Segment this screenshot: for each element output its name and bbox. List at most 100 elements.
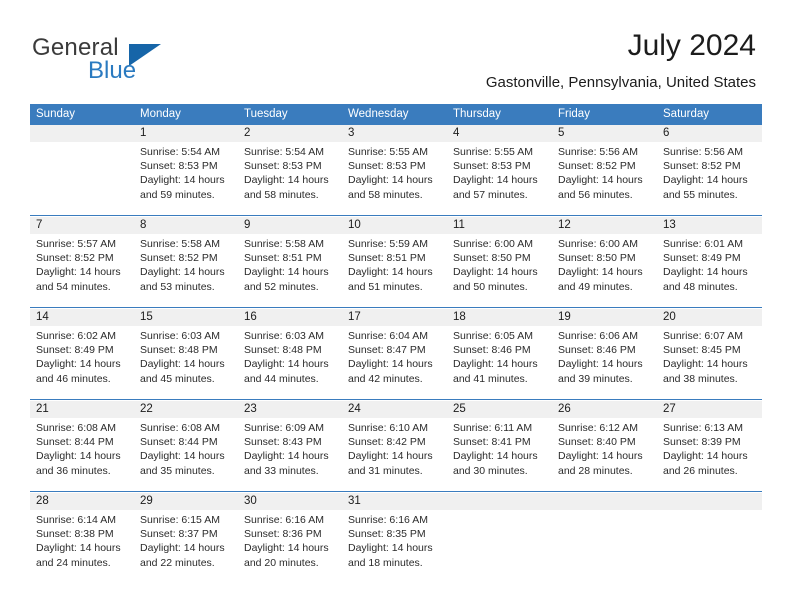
day-cell[interactable]: Sunrise: 5:57 AM Sunset: 8:52 PM Daylight:… (30, 234, 134, 307)
daylight-text-line2: and 55 minutes. (663, 188, 738, 201)
sunset-text: Sunset: 8:36 PM (244, 528, 322, 541)
sunrise-text: Sunrise: 5:54 AM (140, 146, 220, 158)
sunset-text: Sunset: 8:53 PM (453, 160, 531, 173)
day-cell[interactable]: Sunrise: 5:55 AM Sunset: 8:53 PM Daylight:… (342, 142, 447, 215)
weekday-header-saturday: Saturday (657, 104, 762, 125)
day-cell[interactable]: Sunrise: 6:16 AM Sunset: 8:36 PM Daylight:… (238, 510, 342, 583)
daylight-text-line1: Daylight: 14 hours (453, 450, 538, 463)
day-cell[interactable]: Sunrise: 6:06 AM Sunset: 8:46 PM Daylight:… (552, 326, 657, 399)
day-cell-empty (657, 510, 762, 583)
day-cell[interactable]: Sunrise: 6:05 AM Sunset: 8:46 PM Daylight:… (447, 326, 552, 399)
daylight-text-line2: and 18 minutes. (348, 556, 423, 569)
sunset-text: Sunset: 8:49 PM (36, 344, 114, 357)
day-cell[interactable]: Sunrise: 6:07 AM Sunset: 8:45 PM Daylight:… (657, 326, 762, 399)
weekday-header-thursday: Thursday (447, 104, 552, 125)
day-number[interactable]: 28 (30, 493, 134, 510)
day-cell[interactable]: Sunrise: 5:56 AM Sunset: 8:52 PM Daylight:… (552, 142, 657, 215)
day-number[interactable]: 3 (342, 125, 447, 142)
day-cell[interactable]: Sunrise: 6:03 AM Sunset: 8:48 PM Daylight:… (238, 326, 342, 399)
day-number[interactable]: 16 (238, 309, 342, 326)
day-number[interactable]: 17 (342, 309, 447, 326)
day-number[interactable]: 30 (238, 493, 342, 510)
sunset-text: Sunset: 8:46 PM (453, 344, 531, 357)
day-number[interactable]: 4 (447, 125, 552, 142)
day-number[interactable]: 1 (134, 125, 238, 142)
sunset-text: Sunset: 8:41 PM (453, 436, 531, 449)
day-number[interactable]: 26 (552, 401, 657, 418)
brand-name-blue: Blue (88, 57, 137, 84)
day-cell[interactable]: Sunrise: 6:00 AM Sunset: 8:50 PM Daylight:… (552, 234, 657, 307)
day-number[interactable]: 9 (238, 217, 342, 234)
daylight-text-line1: Daylight: 14 hours (453, 266, 538, 279)
day-cell[interactable]: Sunrise: 6:16 AM Sunset: 8:35 PM Daylight:… (342, 510, 447, 583)
day-number[interactable]: 13 (657, 217, 762, 234)
day-cell[interactable]: Sunrise: 6:08 AM Sunset: 8:44 PM Daylight:… (134, 418, 238, 491)
day-cell[interactable]: Sunrise: 5:56 AM Sunset: 8:52 PM Daylight:… (657, 142, 762, 215)
daylight-text-line2: and 26 minutes. (663, 464, 738, 477)
day-cell[interactable]: Sunrise: 6:10 AM Sunset: 8:42 PM Daylight:… (342, 418, 447, 491)
sunset-text: Sunset: 8:50 PM (558, 252, 636, 265)
day-cell[interactable]: Sunrise: 5:59 AM Sunset: 8:51 PM Daylight:… (342, 234, 447, 307)
day-cell[interactable]: Sunrise: 6:14 AM Sunset: 8:38 PM Daylight:… (30, 510, 134, 583)
day-number[interactable]: 15 (134, 309, 238, 326)
sunset-text: Sunset: 8:38 PM (36, 528, 114, 541)
daylight-text-line2: and 42 minutes. (348, 372, 423, 385)
day-number[interactable]: 14 (30, 309, 134, 326)
sunset-text: Sunset: 8:50 PM (453, 252, 531, 265)
day-cell[interactable]: Sunrise: 5:54 AM Sunset: 8:53 PM Daylight:… (134, 142, 238, 215)
day-number[interactable]: 8 (134, 217, 238, 234)
daylight-text-line2: and 31 minutes. (348, 464, 423, 477)
day-number[interactable]: 23 (238, 401, 342, 418)
day-cell[interactable]: Sunrise: 6:02 AM Sunset: 8:49 PM Daylight:… (30, 326, 134, 399)
daylight-text-line2: and 58 minutes. (244, 188, 319, 201)
brand-logo[interactable]: General Blue (32, 34, 252, 90)
day-number[interactable]: 6 (657, 125, 762, 142)
day-number[interactable]: 5 (552, 125, 657, 142)
daylight-text-line2: and 35 minutes. (140, 464, 215, 477)
title-block: July 2024 Gastonville, Pennsylvania, Uni… (486, 28, 756, 92)
day-cell[interactable]: Sunrise: 5:58 AM Sunset: 8:52 PM Daylight:… (134, 234, 238, 307)
day-number[interactable]: 20 (657, 309, 762, 326)
sunrise-text: Sunrise: 6:00 AM (558, 238, 638, 250)
day-number[interactable]: 7 (30, 217, 134, 234)
day-cell[interactable]: Sunrise: 6:03 AM Sunset: 8:48 PM Daylight:… (134, 326, 238, 399)
day-cell[interactable]: Sunrise: 6:13 AM Sunset: 8:39 PM Daylight:… (657, 418, 762, 491)
sunrise-text: Sunrise: 6:13 AM (663, 422, 743, 434)
daylight-text-line1: Daylight: 14 hours (244, 450, 329, 463)
daylight-text-line1: Daylight: 14 hours (558, 450, 643, 463)
day-number[interactable]: 31 (342, 493, 447, 510)
day-cell[interactable]: Sunrise: 5:58 AM Sunset: 8:51 PM Daylight:… (238, 234, 342, 307)
page-title: July 2024 (627, 29, 756, 62)
day-cell[interactable]: Sunrise: 6:11 AM Sunset: 8:41 PM Daylight:… (447, 418, 552, 491)
daylight-text-line1: Daylight: 14 hours (140, 450, 225, 463)
day-cell[interactable]: Sunrise: 6:15 AM Sunset: 8:37 PM Daylight:… (134, 510, 238, 583)
day-cell[interactable]: Sunrise: 5:55 AM Sunset: 8:53 PM Daylight:… (447, 142, 552, 215)
sunset-text: Sunset: 8:42 PM (348, 436, 426, 449)
daylight-text-line1: Daylight: 14 hours (140, 542, 225, 555)
day-number[interactable]: 29 (134, 493, 238, 510)
day-number[interactable]: 25 (447, 401, 552, 418)
day-cell[interactable]: Sunrise: 6:12 AM Sunset: 8:40 PM Daylight:… (552, 418, 657, 491)
day-number-empty (30, 125, 134, 142)
day-number[interactable]: 11 (447, 217, 552, 234)
day-number[interactable]: 19 (552, 309, 657, 326)
day-cell[interactable]: Sunrise: 6:09 AM Sunset: 8:43 PM Daylight:… (238, 418, 342, 491)
day-cell[interactable]: Sunrise: 6:00 AM Sunset: 8:50 PM Daylight:… (447, 234, 552, 307)
day-number[interactable]: 22 (134, 401, 238, 418)
daylight-text-line1: Daylight: 14 hours (36, 542, 121, 555)
sunset-text: Sunset: 8:35 PM (348, 528, 426, 541)
sunset-text: Sunset: 8:48 PM (140, 344, 218, 357)
day-number[interactable]: 12 (552, 217, 657, 234)
day-cell[interactable]: Sunrise: 6:04 AM Sunset: 8:47 PM Daylight:… (342, 326, 447, 399)
day-number[interactable]: 2 (238, 125, 342, 142)
day-cell[interactable]: Sunrise: 6:08 AM Sunset: 8:44 PM Daylight:… (30, 418, 134, 491)
day-number[interactable]: 18 (447, 309, 552, 326)
day-number[interactable]: 21 (30, 401, 134, 418)
day-cell[interactable]: Sunrise: 6:01 AM Sunset: 8:49 PM Daylight:… (657, 234, 762, 307)
day-number[interactable]: 24 (342, 401, 447, 418)
daylight-text-line1: Daylight: 14 hours (558, 266, 643, 279)
day-number[interactable]: 27 (657, 401, 762, 418)
sunset-text: Sunset: 8:48 PM (244, 344, 322, 357)
day-cell[interactable]: Sunrise: 5:54 AM Sunset: 8:53 PM Daylight:… (238, 142, 342, 215)
day-number[interactable]: 10 (342, 217, 447, 234)
